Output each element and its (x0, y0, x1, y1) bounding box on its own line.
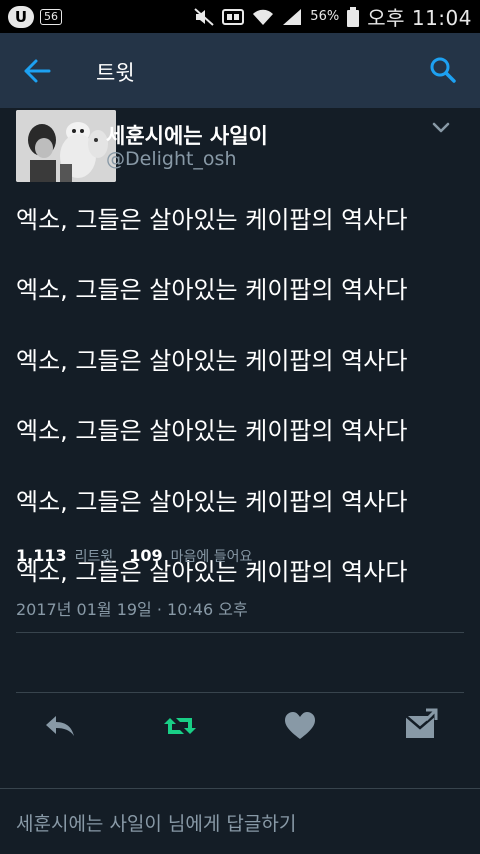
clock: 오후 11:04 (367, 6, 472, 30)
like-button[interactable] (282, 708, 318, 744)
divider (16, 692, 464, 693)
carrier-logo: U (8, 5, 34, 28)
like-label[interactable]: 마음에 들어요 (171, 546, 253, 566)
nfc-icon (222, 8, 245, 26)
wifi-icon (252, 8, 274, 26)
tweet-text-line: 엑소, 그들은 살아있는 케이팝의 역사다 (16, 347, 408, 375)
tweet-stats: 1,113 리트윗 109 마음에 들어요 (16, 546, 268, 566)
tweet-timestamp: 2017년 01월 19일 · 10:46 오후 (16, 600, 248, 619)
back-button[interactable] (22, 57, 52, 85)
author-handle[interactable]: @Delight_osh (106, 148, 237, 170)
tweet-text-line: 엑소, 그들은 살아있는 케이팝의 역사다 (16, 488, 408, 516)
retweet-icon (164, 718, 196, 734)
chevron-down-icon (432, 122, 450, 133)
app-header: 트윗 (0, 33, 480, 108)
page-title: 트윗 (96, 61, 135, 85)
direct-message-button[interactable] (402, 708, 438, 744)
search-icon (430, 57, 456, 83)
arrow-left-icon (24, 59, 51, 83)
reply-button[interactable] (42, 708, 78, 744)
signal-icon (282, 8, 302, 26)
battery-percent: 56% (310, 9, 340, 24)
author-name[interactable]: 세훈시에는 사일이 (106, 120, 268, 150)
reply-input[interactable]: 세훈시에는 사일이 님에게 답글하기 (16, 809, 296, 836)
retweet-button[interactable] (162, 708, 198, 744)
avatar[interactable] (16, 110, 116, 182)
tweet-text-line: 엑소, 그들은 살아있는 케이팝의 역사다 (16, 276, 408, 304)
tweet-text-line: 엑소, 그들은 살아있는 케이팝의 역사다 (16, 417, 408, 445)
tweet-menu-button[interactable] (430, 120, 452, 136)
mute-icon (194, 7, 214, 26)
divider (16, 632, 464, 633)
like-count[interactable]: 109 (129, 546, 162, 565)
battery-icon (347, 6, 360, 27)
status-bar: U 56 56% 오후 11:04 (0, 0, 480, 33)
tweet-text-line: 엑소, 그들은 살아있는 케이팝의 역사다 (16, 206, 408, 234)
retweet-count[interactable]: 1,113 (16, 546, 67, 565)
search-button[interactable] (428, 55, 458, 85)
reply-icon (46, 716, 74, 736)
tweet-actions (0, 708, 480, 748)
notification-badge: 56 (40, 8, 62, 25)
message-icon (405, 708, 438, 738)
heart-icon (285, 712, 315, 739)
retweet-label[interactable]: 리트윗 (75, 546, 114, 566)
reply-composer[interactable]: 세훈시에는 사일이 님에게 답글하기 (0, 788, 480, 854)
